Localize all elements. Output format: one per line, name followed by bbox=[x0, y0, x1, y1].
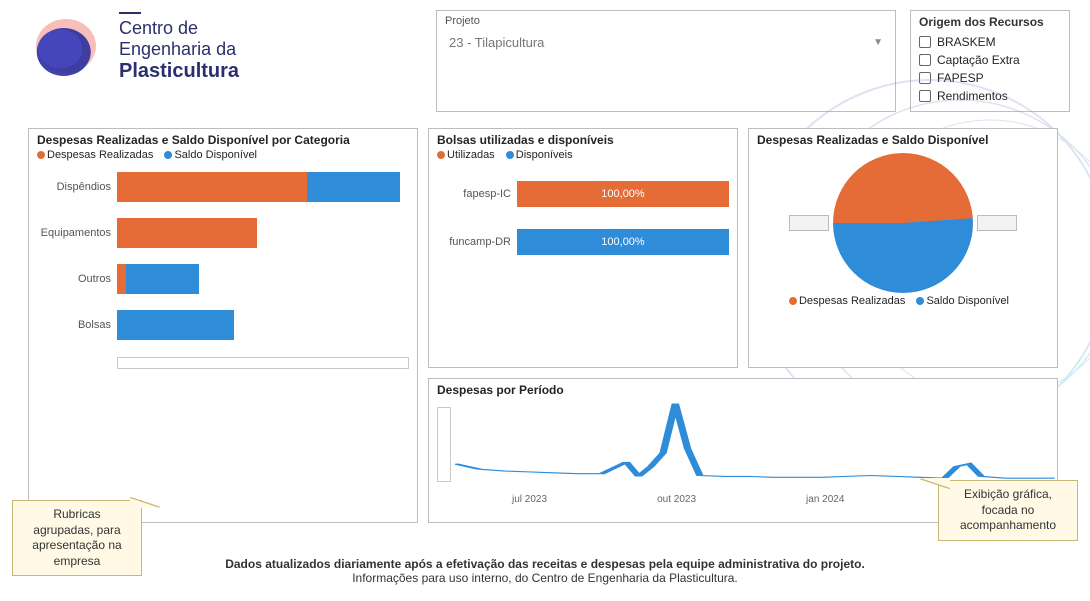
panel-title: Despesas Realizadas e Saldo Disponível bbox=[757, 133, 1049, 147]
origem-option-label: FAPESP bbox=[937, 71, 984, 85]
origem-recursos-title: Origem dos Recursos bbox=[919, 15, 1061, 29]
callout-annotation: Rubricas agrupadas, para apresentação na… bbox=[12, 500, 142, 576]
vertical-scrollbar[interactable] bbox=[437, 407, 451, 482]
checkbox-icon bbox=[919, 36, 931, 48]
bar-row: Bolsas bbox=[37, 305, 409, 345]
bar-label: funcamp-DR bbox=[437, 236, 517, 248]
bar-label: Bolsas bbox=[37, 319, 117, 331]
x-tick: jan 2024 bbox=[806, 494, 844, 505]
origem-option[interactable]: Captação Extra bbox=[919, 51, 1061, 69]
legend-item-label: Despesas Realizadas bbox=[47, 149, 153, 161]
bar-row: Outros bbox=[37, 259, 409, 299]
pie-label-box bbox=[977, 215, 1017, 231]
x-tick: out 2023 bbox=[657, 494, 696, 505]
panel-despesas-saldo-pie: Despesas Realizadas e Saldo Disponível D… bbox=[748, 128, 1058, 368]
bar-label: Equipamentos bbox=[37, 227, 117, 239]
line-chart bbox=[455, 399, 1058, 489]
x-tick: jul 2023 bbox=[512, 494, 547, 505]
origem-recursos-panel: Origem dos Recursos BRASKEM Captação Ext… bbox=[910, 10, 1070, 112]
panel-despesas-categoria: Despesas Realizadas e Saldo Disponível p… bbox=[28, 128, 418, 523]
project-dropdown-label: Projeto bbox=[445, 15, 887, 27]
checkbox-icon bbox=[919, 72, 931, 84]
origem-option-label: BRASKEM bbox=[937, 35, 996, 49]
legend: Despesas Realizadas Saldo Disponível bbox=[37, 149, 409, 161]
callout-annotation: Exibição gráfica, focada no acompanhamen… bbox=[938, 480, 1078, 541]
horizontal-scrollbar[interactable] bbox=[117, 357, 409, 369]
chevron-down-icon: ▼ bbox=[873, 37, 883, 48]
bar-row: Dispêndios bbox=[37, 167, 409, 207]
footer-line: Dados atualizados diariamente após a efe… bbox=[0, 557, 1090, 571]
origem-option[interactable]: BRASKEM bbox=[919, 33, 1061, 51]
logo-text-line3: Plasticultura bbox=[119, 60, 239, 83]
checkbox-icon bbox=[919, 54, 931, 66]
legend-item-label: Utilizadas bbox=[447, 149, 495, 161]
bar-label: Outros bbox=[37, 273, 117, 285]
bar-value: 100,00% bbox=[517, 181, 729, 207]
logo-icon bbox=[30, 10, 105, 85]
origem-option-label: Captação Extra bbox=[937, 53, 1020, 67]
logo-text-line2: Engenharia da bbox=[119, 39, 239, 60]
bar-row: Equipamentos bbox=[37, 213, 409, 253]
bar-row: funcamp-DR 100,00% bbox=[437, 227, 729, 257]
header: Centro de Engenharia da Plasticultura Pr… bbox=[0, 0, 1090, 112]
legend: Utilizadas Disponíveis bbox=[437, 149, 729, 161]
origem-option-label: Rendimentos bbox=[937, 89, 1008, 103]
origem-option[interactable]: FAPESP bbox=[919, 69, 1061, 87]
footer-line: Informações para uso interno, do Centro … bbox=[0, 571, 1090, 585]
bar-value: 100,00% bbox=[517, 229, 729, 255]
project-dropdown-value: 23 - Tilapicultura bbox=[449, 35, 544, 50]
logo-text-line1: Centro de bbox=[119, 18, 239, 39]
pie-chart bbox=[833, 153, 973, 293]
bar-label: Dispêndios bbox=[37, 181, 117, 193]
pie-label-box bbox=[789, 215, 829, 231]
origem-option[interactable]: Rendimentos bbox=[919, 87, 1061, 105]
panel-title: Despesas Realizadas e Saldo Disponível p… bbox=[37, 133, 409, 147]
legend-item-label: Saldo Disponível bbox=[926, 295, 1009, 307]
logo-block: Centro de Engenharia da Plasticultura bbox=[30, 10, 239, 85]
legend: Despesas Realizadas Saldo Disponível bbox=[757, 295, 1049, 307]
bar-label: fapesp-IC bbox=[437, 188, 517, 200]
panel-title: Bolsas utilizadas e disponíveis bbox=[437, 133, 729, 147]
panel-bolsas: Bolsas utilizadas e disponíveis Utilizad… bbox=[428, 128, 738, 368]
legend-item-label: Despesas Realizadas bbox=[799, 295, 905, 307]
legend-item-label: Disponíveis bbox=[516, 149, 573, 161]
legend-item-label: Saldo Disponível bbox=[174, 149, 257, 161]
checkbox-icon bbox=[919, 90, 931, 102]
footer-note: Dados atualizados diariamente após a efe… bbox=[0, 557, 1090, 585]
panel-title: Despesas por Período bbox=[437, 383, 1049, 397]
project-dropdown[interactable]: Projeto 23 - Tilapicultura ▼ bbox=[436, 10, 896, 112]
bar-row: fapesp-IC 100,00% bbox=[437, 179, 729, 209]
